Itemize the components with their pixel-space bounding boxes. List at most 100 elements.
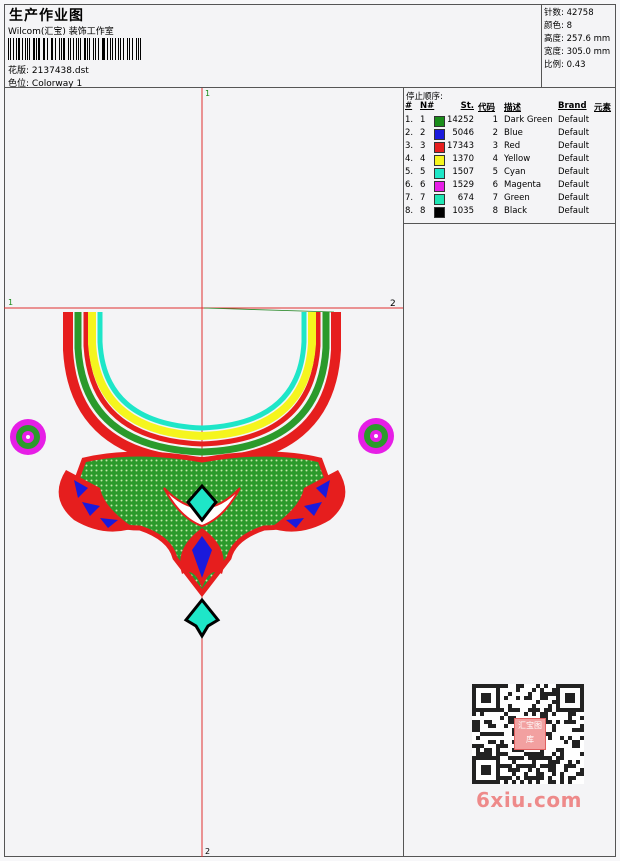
color-swatch	[434, 129, 445, 140]
right-flower-motif	[358, 418, 394, 454]
row-description: Red	[504, 141, 521, 151]
row-number: 5	[420, 167, 426, 177]
row-index: 3.	[405, 141, 414, 151]
axis-label-left: 1	[8, 298, 13, 307]
row-stitches: 5046	[452, 128, 474, 138]
spec-height: 高度: 257.6 mm	[544, 34, 611, 44]
color-swatch	[434, 116, 445, 127]
row-number: 4	[420, 154, 426, 164]
row-code: 3	[492, 141, 498, 151]
table-row[interactable]: 8. 8 1035 8 Black Default	[404, 206, 616, 219]
center-bib-motif	[58, 451, 346, 598]
table-row[interactable]: 3. 3 17343 3 Red Default	[404, 141, 616, 154]
table-header-row: # N# St. 代码 描述 Brand 元素	[404, 101, 616, 114]
row-code: 6	[492, 180, 498, 190]
row-number: 6	[420, 180, 426, 190]
table-row[interactable]: 7. 7 674 7 Green Default	[404, 193, 616, 206]
row-stitches: 1507	[452, 167, 474, 177]
col-brand: Brand	[558, 101, 587, 111]
col-description: 描述	[504, 103, 522, 113]
table-row[interactable]: 1. 1 14252 1 Dark Green Default	[404, 115, 616, 128]
col-code: 代码	[478, 103, 496, 113]
table-row[interactable]: 5. 5 1507 5 Cyan Default	[404, 167, 616, 180]
design-canvas[interactable]: 1 2 1 2	[4, 88, 404, 857]
row-brand: Default	[558, 180, 590, 190]
row-brand: Default	[558, 115, 590, 125]
row-index: 7.	[405, 193, 414, 203]
row-code: 1	[492, 115, 498, 125]
row-index: 8.	[405, 206, 414, 216]
axis-label-bottom: 2	[205, 847, 210, 856]
row-brand: Default	[558, 193, 590, 203]
row-number: 3	[420, 141, 426, 151]
row-description: Black	[504, 206, 527, 216]
qr-code-watermark: 汇宝图库	[472, 684, 584, 784]
color-swatch	[434, 207, 445, 218]
color-swatch	[434, 194, 445, 205]
table-row[interactable]: 4. 4 1370 4 Yellow Default	[404, 154, 616, 167]
row-number: 7	[420, 193, 426, 203]
row-number: 8	[420, 206, 426, 216]
row-stitches: 1370	[452, 154, 474, 164]
embroidery-preview: 1 2 1 2	[4, 88, 403, 857]
row-code: 4	[492, 154, 498, 164]
row-index: 2.	[405, 128, 414, 138]
stop-sequence-table: 停止顺序: # N# St. 代码 描述 Brand 元素 1. 1 14252 1 D…	[404, 88, 616, 224]
row-description: Green	[504, 193, 530, 203]
row-description: Magenta	[504, 180, 542, 190]
spec-scale: 比例: 0.43	[544, 60, 586, 70]
row-index: 5.	[405, 167, 414, 177]
row-number: 2	[420, 128, 426, 138]
row-stitches: 14252	[446, 115, 474, 125]
row-number: 1	[420, 115, 426, 125]
color-swatch	[434, 168, 445, 179]
table-row[interactable]: 2. 2 5046 2 Blue Default	[404, 128, 616, 141]
left-flower-motif	[10, 419, 46, 455]
row-index: 6.	[405, 180, 414, 190]
row-code: 2	[492, 128, 498, 138]
row-description: Dark Green	[504, 115, 553, 125]
spec-stitches: 针数: 42758	[544, 8, 594, 18]
col-stitches: St.	[460, 101, 474, 111]
col-element: 元素	[594, 103, 612, 113]
row-brand: Default	[558, 154, 590, 164]
travel-line	[203, 307, 335, 313]
page-title: 生产作业图	[9, 8, 84, 24]
row-index: 1.	[405, 115, 414, 125]
row-code: 7	[492, 193, 498, 203]
row-index: 4.	[405, 154, 414, 164]
design-file-line: 花版: 2137438.dst	[8, 63, 89, 76]
row-brand: Default	[558, 206, 590, 216]
row-code: 8	[492, 206, 498, 216]
row-brand: Default	[558, 141, 590, 151]
color-swatch	[434, 181, 445, 192]
row-stitches: 1529	[452, 180, 474, 190]
row-brand: Default	[558, 128, 590, 138]
row-description: Blue	[504, 128, 523, 138]
row-description: Cyan	[504, 167, 526, 177]
row-stitches: 1035	[452, 206, 474, 216]
row-brand: Default	[558, 167, 590, 177]
qr-seal: 汇宝图库	[514, 718, 546, 750]
site-watermark: 6xiu.com	[476, 788, 582, 812]
color-swatch	[434, 155, 445, 166]
design-file-label: 花版:	[8, 66, 30, 76]
table-row[interactable]: 6. 6 1529 6 Magenta Default	[404, 180, 616, 193]
spec-width: 宽度: 305.0 mm	[544, 47, 611, 57]
row-stitches: 17343	[446, 141, 474, 151]
axis-label-right: 2	[390, 299, 396, 309]
row-stitches: 674	[457, 193, 474, 203]
spec-colors: 颜色: 8	[544, 21, 572, 31]
color-swatch	[434, 142, 445, 153]
col-number: N#	[420, 101, 435, 111]
row-code: 5	[492, 167, 498, 177]
row-description: Yellow	[504, 154, 531, 164]
header-panel: 生产作业图 Wilcom(汇宝) 装饰工作室 花版: 2137438.dst 色…	[4, 4, 542, 89]
axis-label-top: 1	[205, 89, 210, 98]
company-name: Wilcom(汇宝) 装饰工作室	[8, 27, 114, 37]
design-file-value: 2137438.dst	[31, 66, 89, 76]
pendant-drop-motif	[183, 597, 221, 639]
specs-panel: 针数: 42758 颜色: 8 高度: 257.6 mm 宽度: 305.0 m…	[542, 4, 616, 88]
barcode	[8, 38, 144, 60]
col-index: #	[405, 101, 413, 111]
